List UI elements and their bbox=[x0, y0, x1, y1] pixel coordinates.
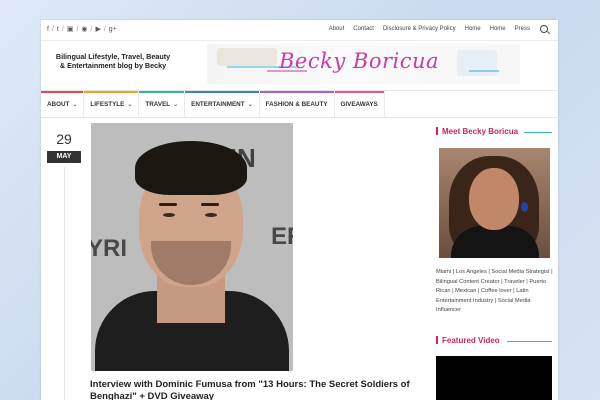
header-banner[interactable]: Becky Boricua bbox=[207, 44, 520, 84]
nav-entertainment[interactable]: ENTERTAINMENT ⌄ bbox=[185, 91, 260, 117]
post-month: MAY bbox=[47, 151, 81, 163]
nav-lifestyle[interactable]: LIFESTYLE ⌄ bbox=[84, 91, 140, 117]
googleplus-icon[interactable]: g+ bbox=[109, 25, 117, 35]
timeline-divider bbox=[64, 167, 65, 400]
chevron-down-icon: ⌄ bbox=[72, 101, 78, 108]
nav-about[interactable]: ABOUT ⌄ bbox=[41, 91, 85, 117]
author-photo[interactable] bbox=[439, 148, 550, 258]
social-links: f / t / ▣ / ◉ / ▶ / g+ bbox=[47, 25, 117, 35]
twitter-icon[interactable]: t bbox=[57, 25, 59, 35]
featured-video-player[interactable] bbox=[436, 356, 552, 400]
post-day: 29 bbox=[47, 127, 81, 151]
post-date: 29 MAY bbox=[47, 127, 81, 163]
topnav-contact[interactable]: Contact bbox=[353, 26, 374, 32]
chevron-down-icon: ⌄ bbox=[247, 101, 253, 108]
instagram-icon[interactable]: ▣ bbox=[67, 25, 74, 35]
meet-widget-title: Meet Becky Boricua bbox=[436, 127, 518, 136]
nav-fashion-beauty[interactable]: FASHION & BEAUTY bbox=[259, 91, 335, 117]
chevron-down-icon: ⌄ bbox=[173, 101, 179, 108]
topnav-press[interactable]: Press bbox=[515, 26, 530, 32]
youtube-icon[interactable]: ▶ bbox=[95, 25, 100, 35]
title-underline bbox=[507, 341, 552, 342]
chevron-down-icon: ⌄ bbox=[127, 101, 133, 108]
nav-travel[interactable]: TRAVEL ⌄ bbox=[139, 91, 186, 117]
author-bio: Miami | Los Angeles | Social Media Strat… bbox=[436, 269, 553, 314]
video-widget-title: Featured Video bbox=[436, 336, 500, 345]
post-title[interactable]: Interview with Dominic Fumusa from "13 H… bbox=[90, 379, 420, 400]
main-nav: ABOUT ⌄ LIFESTYLE ⌄ TRAVEL ⌄ ENTERTAINMENT ⌄… bbox=[41, 90, 558, 118]
topnav-about[interactable]: About bbox=[329, 26, 345, 32]
post-featured-image[interactable]: RIN YRI ER bbox=[91, 123, 293, 371]
site-logo[interactable]: Becky Boricua bbox=[279, 49, 439, 73]
top-nav: About Contact Disclosure & Privacy Polic… bbox=[329, 25, 548, 33]
topnav-home[interactable]: Home bbox=[465, 26, 481, 32]
top-bar: f / t / ▣ / ◉ / ▶ / g+ About Contact Disclosu… bbox=[41, 20, 558, 41]
topnav-home-2[interactable]: Home bbox=[490, 26, 506, 32]
search-icon[interactable] bbox=[540, 25, 548, 33]
title-underline bbox=[524, 132, 552, 133]
facebook-icon[interactable]: f bbox=[47, 25, 49, 35]
site-tagline: Bilingual Lifestyle, Travel, Beauty & En… bbox=[55, 52, 171, 70]
topnav-disclosure[interactable]: Disclosure & Privacy Policy bbox=[383, 26, 456, 32]
pinterest-icon[interactable]: ◉ bbox=[81, 25, 87, 35]
page: f / t / ▣ / ◉ / ▶ / g+ About Contact Disclosu… bbox=[41, 20, 558, 400]
nav-giveaways[interactable]: GIVEAWAYS bbox=[334, 91, 385, 117]
